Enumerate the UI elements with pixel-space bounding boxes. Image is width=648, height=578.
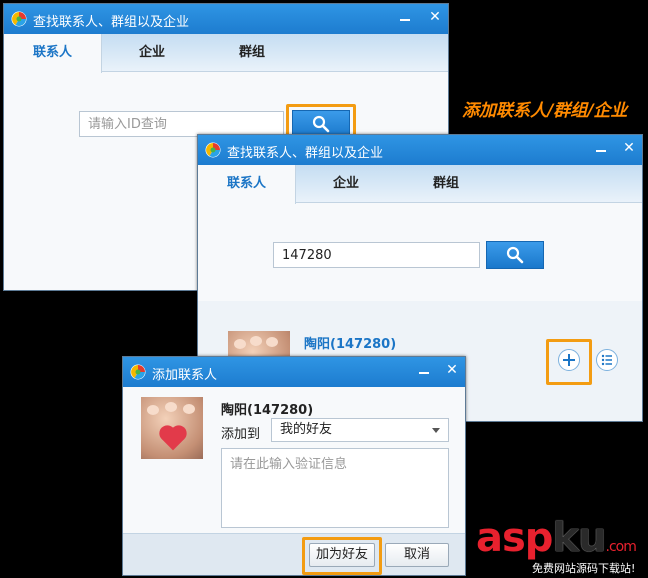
search-input[interactable] (273, 242, 480, 268)
tab-bar: 联系人 企业 群组 (198, 165, 642, 204)
verify-message-input[interactable] (221, 448, 449, 528)
tab-enterprise[interactable]: 企业 (112, 34, 192, 72)
search-icon (312, 115, 330, 133)
window-title: 查找联系人、群组以及企业 (227, 146, 384, 161)
tab-bar: 联系人 企业 群组 (4, 34, 448, 73)
contact-avatar (141, 397, 203, 459)
add-to-label: 添加到 (221, 427, 261, 442)
close-icon[interactable]: ✕ (424, 7, 446, 27)
tab-contacts[interactable]: 联系人 (4, 34, 102, 73)
list-icon (601, 354, 612, 366)
close-icon[interactable]: ✕ (441, 360, 463, 380)
window-title: 查找联系人、群组以及企业 (33, 15, 190, 30)
avatar-detail (147, 405, 159, 415)
tab-enterprise[interactable]: 企业 (306, 165, 386, 203)
result-contact-name[interactable]: 陶阳(147280) (304, 333, 396, 352)
plus-icon (563, 354, 575, 366)
minimize-icon[interactable] (590, 138, 612, 158)
search-icon (506, 246, 524, 264)
details-button[interactable] (596, 349, 618, 371)
app-logo-icon (130, 364, 146, 380)
tab-groups[interactable]: 群组 (406, 165, 486, 203)
add-contact-dialog: 添加联系人 ✕ 陶阳(147280) 添加到 我的好友 加为好友 取消 (122, 356, 466, 576)
watermark-tagline: 免费网站源码下载站! (532, 562, 636, 575)
avatar-detail (234, 339, 246, 349)
app-logo-icon (11, 11, 27, 27)
avatar-detail (250, 336, 262, 346)
titlebar[interactable]: 查找联系人、群组以及企业 ✕ (4, 4, 448, 34)
app-logo-icon (205, 142, 221, 158)
chevron-down-icon (432, 428, 440, 433)
heart-icon (161, 427, 185, 451)
close-icon[interactable]: ✕ (618, 138, 640, 158)
cancel-button[interactable]: 取消 (385, 543, 449, 567)
search-button[interactable] (486, 241, 544, 269)
add-contact-button[interactable] (558, 349, 580, 371)
avatar-detail (165, 402, 177, 412)
annotation-banner: 添加联系人/群组/企业 (462, 101, 628, 121)
minimize-icon[interactable] (394, 7, 416, 27)
dialog-footer: 加为好友 取消 (123, 533, 465, 575)
add-friend-button[interactable]: 加为好友 (309, 543, 375, 567)
tab-contacts[interactable]: 联系人 (198, 165, 296, 204)
tab-groups[interactable]: 群组 (212, 34, 292, 72)
watermark: aspku.com 免费网站源码下载站! (476, 516, 646, 578)
minimize-icon[interactable] (413, 360, 435, 380)
avatar-detail (266, 337, 278, 347)
dialog-contact-name: 陶阳(147280) (221, 403, 314, 418)
avatar-detail (183, 404, 195, 414)
group-select-value: 我的好友 (280, 422, 333, 437)
titlebar[interactable]: 查找联系人、群组以及企业 ✕ (198, 135, 642, 165)
group-select[interactable]: 我的好友 (271, 418, 449, 442)
titlebar[interactable]: 添加联系人 ✕ (123, 357, 465, 387)
dialog-title: 添加联系人 (152, 368, 218, 383)
